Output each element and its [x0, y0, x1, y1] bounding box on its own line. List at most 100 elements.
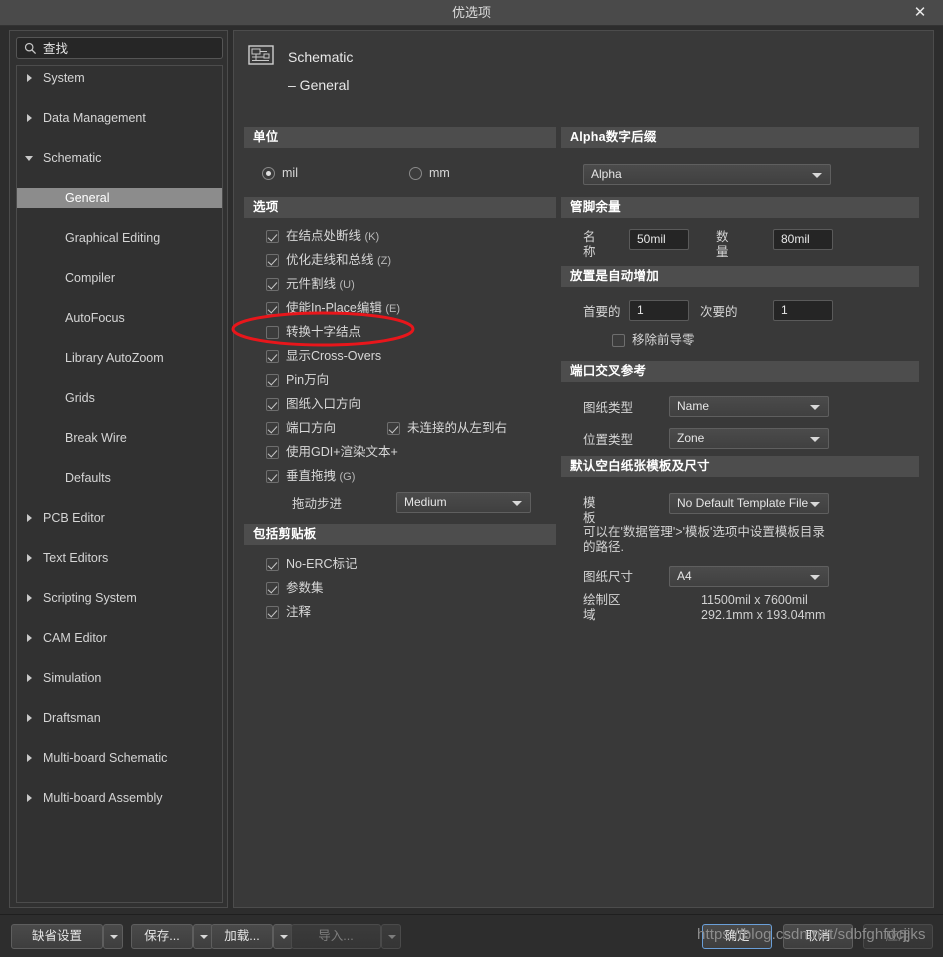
checkbox-label: 元件割线 [286, 277, 337, 291]
drag-step-value: Medium [404, 495, 447, 509]
sheet-size-value: A4 [677, 569, 692, 583]
sheet-style-label: 图纸类型 [583, 401, 634, 415]
sidebar-item-library-autozoom[interactable]: Library AutoZoom [17, 348, 222, 368]
section-header-units: 单位 [244, 127, 556, 148]
search-value: 查找 [43, 42, 69, 56]
chevron-down-icon [812, 173, 822, 178]
checkbox-label: 使用GDI+渲染文本+ [286, 445, 398, 459]
sidebar-item-text-editors[interactable]: Text Editors [17, 548, 222, 568]
sidebar-item-draftsman[interactable]: Draftsman [17, 708, 222, 728]
sidebar-item-simulation[interactable]: Simulation [17, 668, 222, 688]
sidebar-item-multi-board-schematic[interactable]: Multi-board Schematic [17, 748, 222, 768]
chevron-right-icon[interactable] [27, 554, 32, 562]
auto-increment-primary-input[interactable]: 1 [629, 300, 689, 321]
default-settings-button[interactable]: 缺省设置 [11, 924, 103, 949]
pin-margin-quantity-input[interactable]: 80mil [773, 229, 833, 250]
page-title: Schematic – General [288, 49, 354, 93]
checkbox-accel: (Z) [377, 255, 392, 267]
chevron-down-icon [512, 501, 522, 506]
preferences-tree[interactable]: System Data Management Schematic General Gra… [16, 65, 223, 903]
draw-area-label: 绘制区 域 [583, 593, 621, 622]
import-button: 导入... [291, 924, 381, 949]
chevron-right-icon[interactable] [27, 714, 32, 722]
pin-margin-quantity-label: 数 量 [716, 230, 729, 259]
checkbox-indicator [266, 398, 279, 411]
chevron-down-icon [810, 437, 820, 442]
sidebar-item-scripting-system[interactable]: Scripting System [17, 588, 222, 608]
save-dropdown[interactable] [193, 924, 213, 949]
sidebar-item-compiler[interactable]: Compiler [17, 268, 222, 288]
load-dropdown[interactable] [273, 924, 293, 949]
default-settings-dropdown[interactable] [103, 924, 123, 949]
chevron-right-icon[interactable] [27, 754, 32, 762]
chevron-right-icon[interactable] [27, 674, 32, 682]
sidebar-item-schematic[interactable]: Schematic [17, 148, 222, 168]
load-button[interactable]: 加载... [211, 924, 273, 949]
ok-button[interactable]: 确定 [702, 924, 772, 949]
sheet-style-value: Name [677, 399, 710, 413]
sidebar-item-data-management[interactable]: Data Management [17, 108, 222, 128]
sidebar-item-label: Data Management [43, 111, 146, 125]
chevron-right-icon[interactable] [27, 114, 32, 122]
sidebar-item-label: Graphical Editing [65, 231, 161, 245]
sidebar-item-label: Compiler [65, 271, 116, 285]
sidebar-item-multi-board-assembly[interactable]: Multi-board Assembly [17, 788, 222, 808]
chevron-down-icon [280, 935, 288, 939]
section-header-include-clipboard: 包括剪贴板 [244, 524, 556, 545]
checkbox-label: 在结点处断线 [286, 229, 362, 243]
sidebar-item-defaults[interactable]: Defaults [17, 468, 222, 488]
pin-margin-name-input[interactable]: 50mil [629, 229, 689, 250]
sheet-size-label: 图纸尺寸 [583, 570, 634, 584]
radio-mm-indicator [409, 167, 422, 180]
radio-mil-label: mil [282, 166, 298, 180]
sidebar-item-label: System [43, 71, 85, 85]
cancel-button[interactable]: 取消 [783, 924, 853, 949]
checkbox-indicator [266, 374, 279, 387]
search-icon [24, 42, 37, 55]
checkbox-indicator [266, 350, 279, 363]
sidebar-item-system[interactable]: System [17, 68, 222, 88]
sidebar-item-cam-editor[interactable]: CAM Editor [17, 628, 222, 648]
draw-area-metric: 292.1mm x 193.04mm [701, 608, 826, 622]
chevron-right-icon[interactable] [27, 514, 32, 522]
sidebar-item-autofocus[interactable]: AutoFocus [17, 308, 222, 328]
sidebar-item-graphical-editing[interactable]: Graphical Editing [17, 228, 222, 248]
sidebar-item-label: Text Editors [43, 551, 109, 565]
section-header-pin-margin: 管脚余量 [561, 197, 919, 218]
sidebar-item-label: AutoFocus [65, 311, 125, 325]
sheet-style-combobox[interactable]: Name [669, 396, 829, 417]
auto-increment-secondary-input[interactable]: 1 [773, 300, 833, 321]
chevron-right-icon[interactable] [27, 594, 32, 602]
sidebar-item-label: Multi-board Assembly [43, 791, 163, 805]
save-button[interactable]: 保存... [131, 924, 193, 949]
checkbox-indicator [266, 446, 279, 459]
checkbox-indicator [266, 326, 279, 339]
alpha-suffix-combobox[interactable]: Alpha [583, 164, 831, 185]
sidebar-item-break-wire[interactable]: Break Wire [17, 428, 222, 448]
checkbox-indicator [266, 230, 279, 243]
close-icon[interactable]: ✕ [907, 0, 933, 26]
checkbox-accel: (U) [339, 279, 355, 291]
location-style-combobox[interactable]: Zone [669, 428, 829, 449]
sidebar-item-general[interactable]: General [17, 188, 222, 208]
chevron-right-icon[interactable] [27, 74, 32, 82]
sidebar-item-label: Schematic [43, 151, 102, 165]
location-style-label: 位置类型 [583, 433, 634, 447]
search-input[interactable]: 查找 [16, 37, 223, 59]
checkbox-indicator [266, 558, 279, 571]
chevron-right-icon[interactable] [27, 794, 32, 802]
sidebar-item-label: Grids [65, 391, 95, 405]
template-combobox[interactable]: No Default Template File [669, 493, 829, 514]
title-bar: 优选项 ✕ [0, 0, 943, 26]
sidebar-item-label: Break Wire [65, 431, 127, 445]
section-header-auto-increment: 放置是自动增加 [561, 266, 919, 287]
sheet-size-combobox[interactable]: A4 [669, 566, 829, 587]
drag-step-combobox[interactable]: Medium [396, 492, 531, 513]
sidebar-item-pcb-editor[interactable]: PCB Editor [17, 508, 222, 528]
checkbox-label: 优化走线和总线 [286, 253, 374, 267]
sidebar-item-grids[interactable]: Grids [17, 388, 222, 408]
chevron-right-icon[interactable] [27, 634, 32, 642]
apply-button: 应用 [863, 924, 933, 949]
chevron-down-icon[interactable] [25, 156, 33, 161]
pin-margin-name-label: 名 称 [583, 230, 596, 259]
